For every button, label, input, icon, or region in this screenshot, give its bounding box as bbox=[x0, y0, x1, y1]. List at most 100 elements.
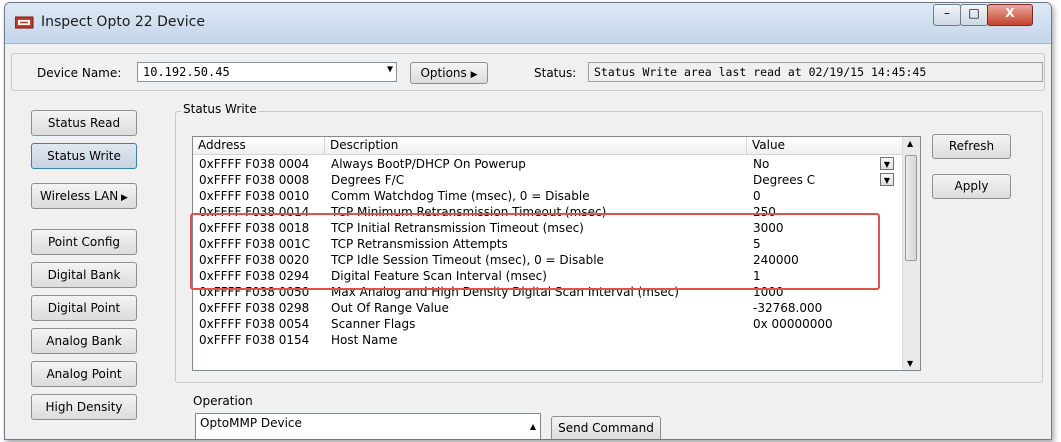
window-title: Inspect Opto 22 Device bbox=[41, 14, 205, 30]
dropdown-arrow-icon[interactable]: ▼ bbox=[387, 64, 393, 75]
maximize-button[interactable]: □ bbox=[960, 4, 988, 26]
app-icon bbox=[15, 16, 34, 29]
address-cell: 0xFFFF F038 0004 bbox=[199, 157, 310, 171]
button-label: Digital Point bbox=[47, 301, 121, 315]
send-command-label: Send Command bbox=[558, 421, 654, 435]
device-name-value: 10.192.50.45 bbox=[143, 65, 230, 79]
description-cell: Max Analog and High Density Digital Scan… bbox=[331, 285, 679, 299]
address-cell: 0xFFFF F038 0154 bbox=[199, 333, 310, 347]
table-row[interactable]: 0xFFFF F038 0018 TCP Initial Retransmiss… bbox=[193, 220, 905, 236]
button-label: Status Write bbox=[47, 149, 121, 163]
value-cell[interactable]: 1000 bbox=[747, 284, 784, 300]
table-row[interactable]: 0xFFFF F038 001C TCP Retransmission Atte… bbox=[193, 236, 905, 252]
description-cell: Always BootP/DHCP On Powerup bbox=[331, 157, 526, 171]
chevron-right-icon: ▶ bbox=[470, 70, 478, 80]
status-write-button[interactable]: Status Write bbox=[31, 143, 137, 169]
description-cell: TCP Minimum Retransmission Timeout (msec… bbox=[331, 205, 607, 219]
table-row[interactable]: 0xFFFF F038 0014 TCP Minimum Retransmiss… bbox=[193, 204, 905, 220]
refresh-label: Refresh bbox=[948, 139, 995, 153]
operation-list[interactable]: OptoMMP Device ▲ bbox=[195, 413, 541, 439]
status-write-table[interactable]: Address Description Value 0xFFFF F038 00… bbox=[192, 136, 921, 371]
button-label: Point Config bbox=[47, 235, 121, 249]
status-read-button[interactable]: Status Read bbox=[31, 110, 137, 136]
table-row[interactable]: 0xFFFF F038 0298 Out Of Range Value -327… bbox=[193, 300, 905, 316]
scroll-up-icon[interactable]: ▲ bbox=[530, 422, 536, 431]
button-label: Analog Bank bbox=[46, 334, 122, 348]
operation-value: OptoMMP Device bbox=[200, 416, 302, 430]
description-cell: Digital Feature Scan Interval (msec) bbox=[331, 269, 547, 283]
analog-bank-button[interactable]: Analog Bank bbox=[31, 328, 137, 354]
column-header-address[interactable]: Address bbox=[193, 137, 325, 155]
close-button[interactable]: X bbox=[987, 4, 1033, 26]
device-name-label: Device Name: bbox=[37, 66, 122, 80]
minimize-icon: – bbox=[944, 6, 950, 20]
wireless-lan-button[interactable]: Wireless LAN ▶ bbox=[31, 183, 137, 209]
button-label: High Density bbox=[45, 400, 123, 414]
address-cell: 0xFFFF F038 0010 bbox=[199, 189, 310, 203]
button-label: Digital Bank bbox=[47, 268, 121, 282]
value-cell[interactable]: 0 bbox=[747, 188, 761, 204]
options-label: Options bbox=[420, 66, 467, 80]
refresh-button[interactable]: Refresh bbox=[932, 134, 1011, 159]
description-cell: TCP Initial Retransmission Timeout (msec… bbox=[331, 221, 584, 235]
value-cell[interactable]: 250 bbox=[747, 204, 776, 220]
value-cell[interactable]: 0x 00000000 bbox=[747, 316, 833, 332]
apply-label: Apply bbox=[954, 179, 989, 193]
table-row[interactable]: 0xFFFF F038 0010 Comm Watchdog Time (mse… bbox=[193, 188, 905, 204]
table-row[interactable]: 0xFFFF F038 0154 Host Name bbox=[193, 332, 905, 348]
group-title: Status Write bbox=[181, 102, 259, 116]
description-cell: Comm Watchdog Time (msec), 0 = Disable bbox=[331, 189, 590, 203]
analog-point-button[interactable]: Analog Point bbox=[31, 361, 137, 387]
address-cell: 0xFFFF F038 0014 bbox=[199, 205, 310, 219]
address-cell: 0xFFFF F038 0008 bbox=[199, 173, 310, 187]
vertical-scrollbar[interactable]: ▲ ▼ bbox=[902, 137, 920, 370]
title-bar[interactable]: Inspect Opto 22 Device – □ X bbox=[5, 3, 1051, 44]
value-cell[interactable]: 3000 bbox=[747, 220, 784, 236]
status-field: Status Write area last read at 02/19/15 … bbox=[588, 62, 1043, 82]
apply-button[interactable]: Apply bbox=[932, 174, 1011, 199]
column-header-value[interactable]: Value bbox=[747, 137, 905, 155]
close-icon: X bbox=[1005, 6, 1015, 20]
value-cell[interactable]: No bbox=[747, 156, 769, 172]
description-cell: Scanner Flags bbox=[331, 317, 416, 331]
button-label: Status Read bbox=[47, 116, 121, 130]
operation-label: Operation bbox=[193, 394, 253, 408]
send-command-button[interactable]: Send Command bbox=[551, 416, 661, 439]
value-cell[interactable]: 240000 bbox=[747, 252, 799, 268]
description-cell: Degrees F/C bbox=[331, 173, 405, 187]
value-cell[interactable]: Degrees C bbox=[747, 172, 815, 188]
table-row[interactable]: 0xFFFF F038 0020 TCP Idle Session Timeou… bbox=[193, 252, 905, 268]
scroll-up-icon[interactable]: ▲ bbox=[907, 139, 913, 148]
table-row[interactable]: 0xFFFF F038 0004 Always BootP/DHCP On Po… bbox=[193, 156, 905, 172]
digital-point-button[interactable]: Digital Point bbox=[31, 295, 137, 321]
device-name-combobox[interactable]: 10.192.50.45 ▼ bbox=[137, 62, 397, 82]
options-button[interactable]: Options ▶ bbox=[410, 62, 488, 84]
value-cell[interactable]: 1 bbox=[747, 268, 761, 284]
scroll-thumb[interactable] bbox=[905, 155, 917, 261]
table-row[interactable]: 0xFFFF F038 0294 Digital Feature Scan In… bbox=[193, 268, 905, 284]
digital-bank-button[interactable]: Digital Bank bbox=[31, 262, 137, 288]
value-cell[interactable] bbox=[747, 332, 753, 348]
column-header-description[interactable]: Description bbox=[325, 137, 747, 155]
address-cell: 0xFFFF F038 0054 bbox=[199, 317, 310, 331]
value-cell[interactable]: 5 bbox=[747, 236, 761, 252]
description-cell: Host Name bbox=[331, 333, 398, 347]
status-label: Status: bbox=[534, 66, 577, 80]
address-cell: 0xFFFF F038 0018 bbox=[199, 221, 310, 235]
table-row[interactable]: 0xFFFF F038 0054 Scanner Flags 0x 000000… bbox=[193, 316, 905, 332]
value-cell[interactable]: -32768.000 bbox=[747, 300, 822, 316]
dropdown-arrow-icon[interactable]: ▼ bbox=[880, 173, 894, 186]
description-cell: Out Of Range Value bbox=[331, 301, 449, 315]
minimize-button[interactable]: – bbox=[933, 4, 961, 26]
description-cell: TCP Retransmission Attempts bbox=[331, 237, 508, 251]
point-config-button[interactable]: Point Config bbox=[31, 229, 137, 255]
description-cell: TCP Idle Session Timeout (msec), 0 = Dis… bbox=[331, 253, 604, 267]
address-cell: 0xFFFF F038 0020 bbox=[199, 253, 310, 267]
scroll-down-icon[interactable]: ▼ bbox=[907, 359, 913, 368]
chevron-right-icon: ▶ bbox=[118, 193, 128, 203]
high-density-button[interactable]: High Density bbox=[31, 394, 137, 420]
button-label: Wireless LAN bbox=[40, 189, 119, 203]
table-row[interactable]: 0xFFFF F038 0050 Max Analog and High Den… bbox=[193, 284, 905, 300]
dropdown-arrow-icon[interactable]: ▼ bbox=[880, 157, 894, 170]
table-row[interactable]: 0xFFFF F038 0008 Degrees F/C Degrees C ▼ bbox=[193, 172, 905, 188]
